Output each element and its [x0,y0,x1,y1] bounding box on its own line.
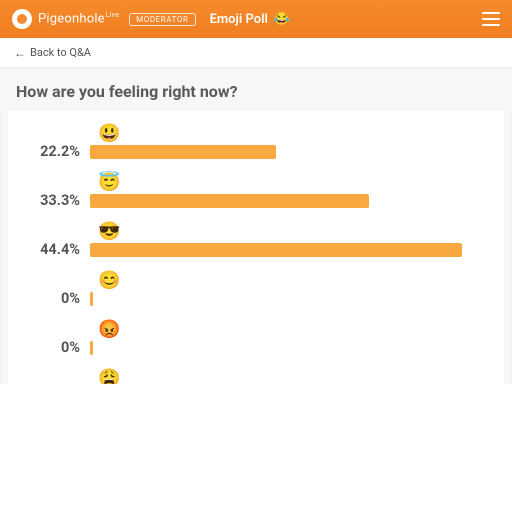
brand-logo-icon [12,9,32,29]
result-bar-row: 33.3% [18,192,494,209]
option-emoji-icon: 😩 [98,370,120,384]
result-emoji-row: 😃 [18,125,494,143]
result-percent: 33.3% [18,192,90,209]
results-list: 😃 22.2% 😇 33.3% 😎 44.4% 😊 0% 😡 0% 😩 [18,125,494,384]
arrow-left-icon: ← [14,46,26,60]
brand-name-text: Pigeonhole [38,12,105,27]
results-card: 😃 22.2% 😇 33.3% 😎 44.4% 😊 0% 😡 0% 😩 [8,111,504,384]
sub-navbar: ← Back to Q&A [0,38,512,68]
result-bar [90,145,276,159]
result-percent: 22.2% [18,143,90,160]
page-title-text: Emoji Poll [210,12,268,27]
result-bar-row: 22.2% [18,143,494,160]
app-header: PigeonholeLive MODERATOR Emoji Poll 😂 [0,0,512,38]
result-percent: 44.4% [18,241,90,258]
result-emoji-row: 😎 [18,223,494,241]
menu-icon[interactable] [482,12,500,26]
result-emoji-row: 😡 [18,321,494,339]
page-title: Emoji Poll 😂 [210,12,290,27]
result-emoji-row: 😩 [18,370,494,384]
result-bar-row: 44.4% [18,241,494,258]
option-emoji-icon: 😊 [98,272,120,290]
result-bar-row: 0% [18,339,494,356]
option-emoji-icon: 😇 [98,174,120,192]
option-emoji-icon: 😡 [98,321,120,339]
brand-suffix: Live [106,11,119,19]
option-emoji-icon: 😎 [98,223,120,241]
result-emoji-row: 😊 [18,272,494,290]
brand-logo[interactable]: PigeonholeLive [12,9,119,29]
poll-question: How are you feeling right now? [0,68,512,111]
role-badge: MODERATOR [129,13,195,26]
result-percent: 0% [18,290,90,307]
result-bar [90,292,93,306]
result-bar-row: 0% [18,290,494,307]
back-link-label: Back to Q&A [30,46,91,59]
app-viewport: PigeonholeLive MODERATOR Emoji Poll 😂 ← … [0,0,512,384]
back-to-qna-link[interactable]: ← Back to Q&A [14,46,91,60]
option-emoji-icon: 😃 [98,125,120,143]
result-percent: 0% [18,339,90,356]
brand-name: PigeonholeLive [38,11,119,26]
result-emoji-row: 😇 [18,174,494,192]
page-title-emoji-icon: 😂 [274,12,290,27]
result-bar [90,341,93,355]
empty-area [0,384,512,512]
result-bar [90,194,369,208]
result-bar [90,243,462,257]
